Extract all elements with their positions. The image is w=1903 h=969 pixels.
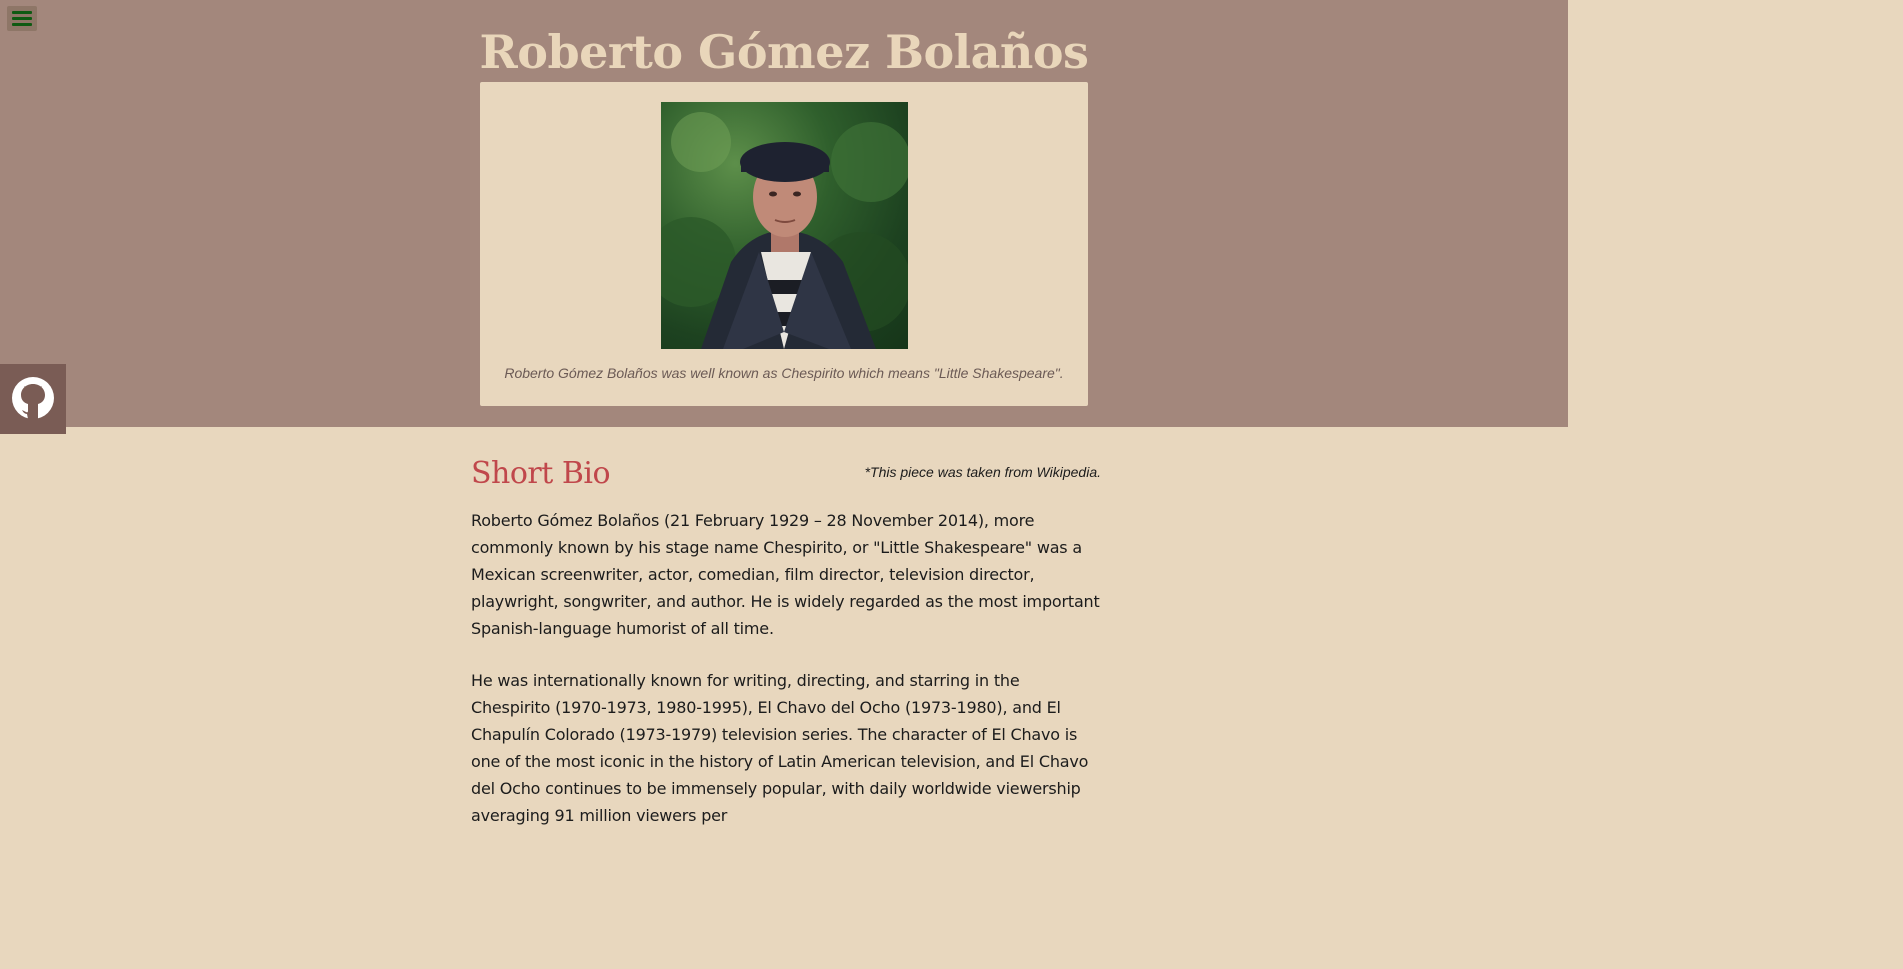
hero-section: Roberto Gómez Bolaños Roberto Gómez Bola… <box>0 0 1568 434</box>
page-title: Roberto Gómez Bolaños <box>479 25 1089 79</box>
portrait-figure: Roberto Gómez Bolaños was well known as … <box>480 82 1088 406</box>
bio-paragraph: Roberto Gómez Bolaños (21 February 1929 … <box>471 511 1100 638</box>
source-note: *This piece was taken from Wikipedia. <box>864 464 1101 480</box>
portrait-caption: Roberto Gómez Bolaños was well known as … <box>504 365 1064 381</box>
github-icon <box>12 377 54 419</box>
bio-heading: Short Bio <box>471 456 611 491</box>
github-link[interactable] <box>0 364 66 434</box>
bio-paragraph: He was internationally known for writing… <box>471 671 1089 825</box>
hamburger-menu-icon <box>12 17 32 20</box>
hamburger-menu-icon <box>12 11 32 14</box>
portrait-image <box>661 102 908 349</box>
